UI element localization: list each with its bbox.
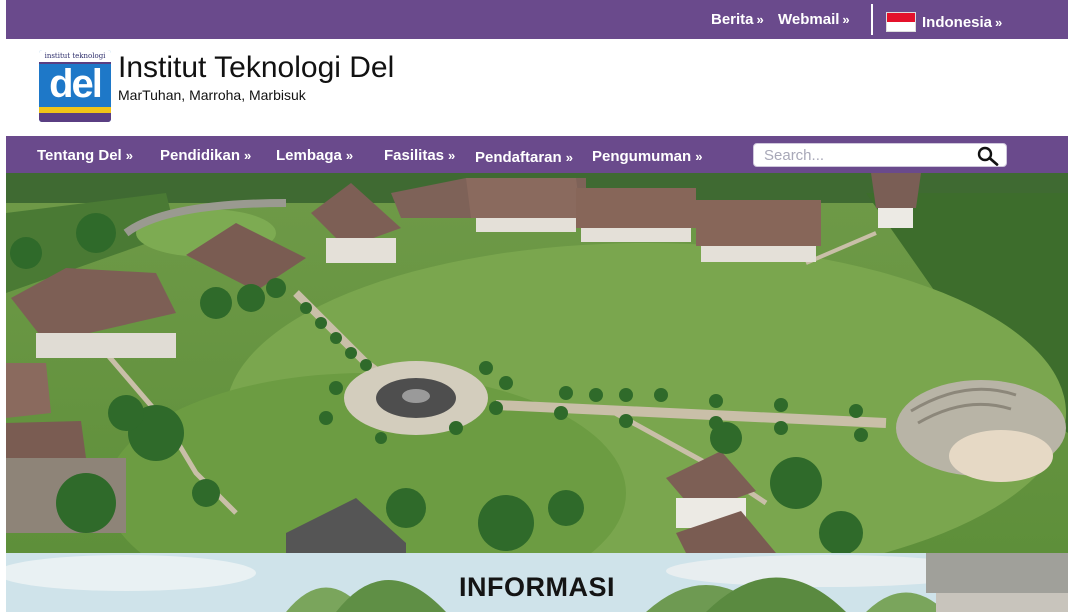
language-label: Indonesia <box>922 13 993 31</box>
chevron-right-icon: » <box>995 14 1003 30</box>
berita-link[interactable]: Berita » <box>711 11 764 28</box>
chevron-right-icon: » <box>695 149 703 164</box>
nav-item-tentang-del[interactable]: Tentang Del» <box>37 147 133 164</box>
hero-campus-image <box>6 173 1068 553</box>
search-box <box>753 143 1007 167</box>
page: Berita » Webmail » Indonesia » institut … <box>0 0 1068 612</box>
site-tagline: MarTuhan, Marroha, Marbisuk <box>118 87 306 103</box>
chevron-right-icon: » <box>565 150 573 165</box>
site-title[interactable]: Institut Teknologi Del <box>118 51 394 85</box>
logo-wordmark: del <box>49 62 103 106</box>
chevron-right-icon: » <box>125 148 133 163</box>
search-input[interactable] <box>764 146 964 164</box>
informasi-heading: INFORMASI <box>459 572 615 602</box>
nav-label: Pendaftaran <box>475 149 562 166</box>
nav-item-lembaga[interactable]: Lembaga» <box>276 147 353 164</box>
nav-label: Pengumuman <box>592 148 692 165</box>
chevron-right-icon: » <box>756 12 764 27</box>
nav-item-pengumuman[interactable]: Pengumuman» <box>592 148 702 165</box>
nav-item-pendidikan[interactable]: Pendidikan» <box>160 147 251 164</box>
institut-teknologi-del-logo[interactable]: institut teknologi del <box>39 50 111 122</box>
logo-foot <box>39 113 111 122</box>
topbar-divider <box>871 4 873 35</box>
main-nav: Tentang Del» Pendidikan» Lembaga» Fasili… <box>6 136 1068 173</box>
campus-aerial-illustration <box>6 173 1068 553</box>
nav-label: Fasilitas <box>384 147 445 164</box>
webmail-link[interactable]: Webmail » <box>778 11 850 28</box>
chevron-right-icon: » <box>244 148 252 163</box>
webmail-label: Webmail <box>778 11 840 28</box>
berita-label: Berita <box>711 11 754 28</box>
nav-label: Lembaga <box>276 147 342 164</box>
nav-item-fasilitas[interactable]: Fasilitas» <box>384 147 455 164</box>
top-utility-bar: Berita » Webmail » Indonesia » <box>6 0 1068 39</box>
informasi-section: INFORMASI <box>6 553 1068 612</box>
site-header: institut teknologi del Institut Teknolog… <box>6 39 1068 136</box>
nav-label: Pendidikan <box>160 147 241 164</box>
nav-label: Tentang Del <box>37 147 122 164</box>
chevron-right-icon: » <box>842 12 850 27</box>
nav-item-pendaftaran[interactable]: Pendaftaran» <box>475 149 573 166</box>
indonesia-flag-icon <box>886 12 916 32</box>
chevron-right-icon: » <box>448 148 456 163</box>
language-selector[interactable]: Indonesia » <box>886 12 1002 32</box>
search-icon[interactable] <box>976 146 1000 166</box>
chevron-right-icon: » <box>345 148 354 163</box>
